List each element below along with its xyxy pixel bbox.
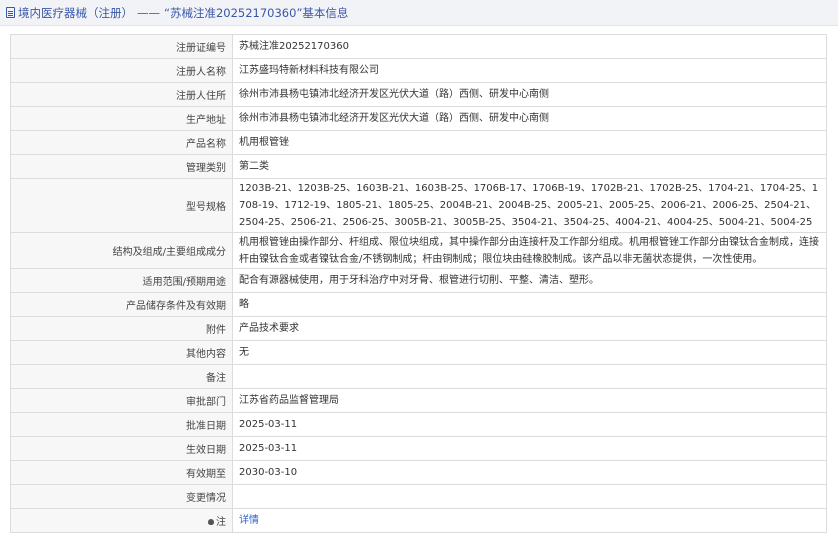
field-value-address: 徐州市沛县杨屯镇沛北经济开发区光伏大道（路）西侧、研发中心南侧 [232,82,827,107]
field-label-product-name: 产品名称 [10,130,233,155]
field-value-structure: 机用根管锉由操作部分、杆组成、限位块组成，其中操作部分由连接杆及工作部分组成。机… [232,232,827,269]
field-value-approval-date: 2025-03-11 [232,412,827,437]
breadcrumb-category[interactable]: 境内医疗器械（注册） [18,5,133,21]
field-value-expiry-date: 2030-03-10 [232,460,827,485]
table-row: 批准日期 2025-03-11 [10,412,827,437]
field-value-note: 详情 [232,508,827,533]
table-row: 适用范围/预期用途 配合有源器械使用，用于牙科治疗中对牙骨、根管进行切削、平整、… [10,268,827,293]
breadcrumb-record: “苏械注准20252170360”基本信息 [164,5,349,20]
field-value-category: 第二类 [232,154,827,179]
field-value-reg-no: 苏械注准20252170360 [232,34,827,59]
field-label-other: 其他内容 [10,340,233,365]
field-value-registrant: 江苏盛玛特新材料科技有限公司 [232,58,827,83]
table-row: 有效期至 2030-03-10 [10,460,827,485]
field-label-note: 注 [10,508,233,533]
field-value-attachment: 产品技术要求 [232,316,827,341]
bell-icon [208,519,214,525]
document-icon [6,7,15,18]
field-label-production-address: 生产地址 [10,106,233,131]
table-row: 管理类别 第二类 [10,154,827,179]
table-row: 型号规格 1203B-21、1203B-25、1603B-21、1603B-25… [10,178,827,233]
field-label-reg-no: 注册证编号 [10,34,233,59]
table-row: 结构及组成/主要组成成分 机用根管锉由操作部分、杆组成、限位块组成，其中操作部分… [10,232,827,269]
field-label-remark: 备注 [10,364,233,389]
table-row: 注册人住所 徐州市沛县杨屯镇沛北经济开发区光伏大道（路）西侧、研发中心南侧 [10,82,827,107]
table-row: 生产地址 徐州市沛县杨屯镇沛北经济开发区光伏大道（路）西侧、研发中心南侧 [10,106,827,131]
field-label-effective-date: 生效日期 [10,436,233,461]
table-row: 审批部门 江苏省药品监督管理局 [10,388,827,413]
field-label-usage: 适用范围/预期用途 [10,268,233,293]
field-value-remark [232,364,827,389]
details-link[interactable]: 详情 [239,515,259,526]
field-value-usage: 配合有源器械使用，用于牙科治疗中对牙骨、根管进行切削、平整、清洁、塑形。 [232,268,827,293]
table-row: 其他内容 无 [10,340,827,365]
field-label-changes: 变更情况 [10,484,233,509]
field-label-attachment: 附件 [10,316,233,341]
table-row: 产品名称 机用根管锉 [10,130,827,155]
table-row: 注 详情 [10,508,827,533]
field-label-structure: 结构及组成/主要组成成分 [10,232,233,269]
field-value-approver: 江苏省药品监督管理局 [232,388,827,413]
table-row: 生效日期 2025-03-11 [10,436,827,461]
field-value-changes [232,484,827,509]
field-label-approval-date: 批准日期 [10,412,233,437]
table-row: 备注 [10,364,827,389]
info-table: 注册证编号 苏械注准20252170360 注册人名称 江苏盛玛特新材料科技有限… [10,34,827,533]
field-label-expiry-date: 有效期至 [10,460,233,485]
table-row: 注册人名称 江苏盛玛特新材料科技有限公司 [10,58,827,83]
field-value-effective-date: 2025-03-11 [232,436,827,461]
field-label-approver: 审批部门 [10,388,233,413]
table-row: 变更情况 [10,484,827,509]
table-row: 附件 产品技术要求 [10,316,827,341]
field-value-models: 1203B-21、1203B-25、1603B-21、1603B-25、1706… [232,178,827,233]
field-label-category: 管理类别 [10,154,233,179]
detail-panel: 注册证编号 苏械注准20252170360 注册人名称 江苏盛玛特新材料科技有限… [10,34,827,533]
field-label-address: 注册人住所 [10,82,233,107]
table-row: 产品储存条件及有效期 略 [10,292,827,317]
field-value-storage: 略 [232,292,827,317]
note-label-text: 注 [216,517,226,528]
field-label-models: 型号规格 [10,178,233,233]
field-value-production-address: 徐州市沛县杨屯镇沛北经济开发区光伏大道（路）西侧、研发中心南侧 [232,106,827,131]
field-value-product-name: 机用根管锉 [232,130,827,155]
field-label-storage: 产品储存条件及有效期 [10,292,233,317]
breadcrumb-separator: —— [137,5,160,20]
field-label-registrant: 注册人名称 [10,58,233,83]
breadcrumb: 境内医疗器械（注册） —— “苏械注准20252170360”基本信息 [0,0,838,26]
field-value-other: 无 [232,340,827,365]
table-row: 注册证编号 苏械注准20252170360 [10,34,827,59]
